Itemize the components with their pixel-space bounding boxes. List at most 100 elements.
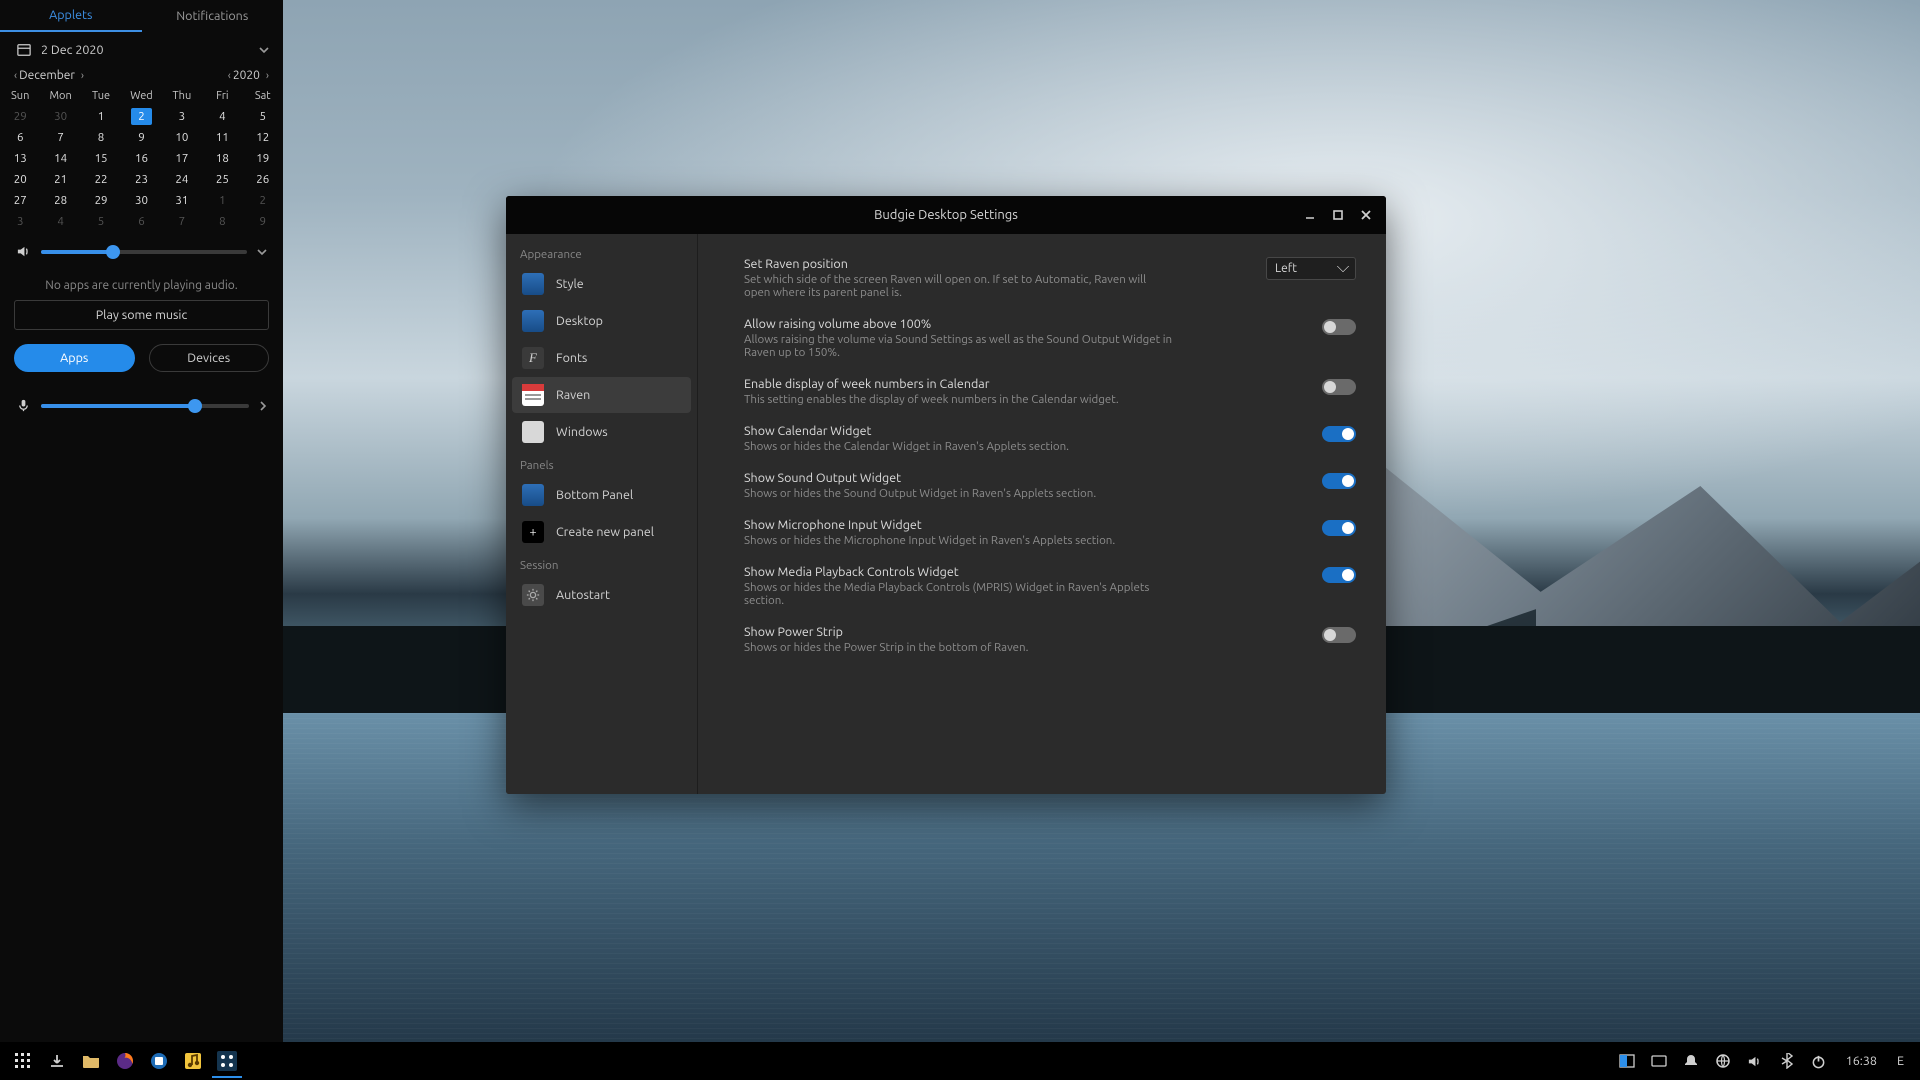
calendar-day[interactable]: 31 (162, 190, 202, 211)
setting-subtitle: Allows raising the volume via Sound Sett… (744, 333, 1174, 359)
volume-indicator[interactable] (1744, 1044, 1766, 1078)
window-maximize-button[interactable] (1326, 203, 1350, 227)
sidebar-item-fonts[interactable]: FFonts (512, 340, 691, 376)
calendar-dow: Sat (243, 86, 283, 106)
setting-combo-position[interactable]: Left (1266, 257, 1356, 280)
notifications-indicator[interactable] (1680, 1044, 1702, 1078)
calendar-day[interactable]: 29 (81, 190, 121, 211)
tab-notifications[interactable]: Notifications (142, 0, 284, 32)
window-close-button[interactable] (1354, 203, 1378, 227)
calendar-day[interactable]: 9 (243, 211, 283, 232)
setting-subtitle: Shows or hides the Power Strip in the bo… (744, 641, 1174, 654)
calendar-day[interactable]: 3 (162, 106, 202, 127)
calendar-day[interactable]: 22 (81, 169, 121, 190)
window-titlebar[interactable]: Budgie Desktop Settings (506, 196, 1386, 234)
calendar-day[interactable]: 11 (202, 127, 242, 148)
sidebar-item-desktop[interactable]: Desktop (512, 303, 691, 339)
calendar-day[interactable]: 30 (40, 106, 80, 127)
sidebar-item-windows[interactable]: Windows (512, 414, 691, 450)
calendar-day[interactable]: 20 (0, 169, 40, 190)
calendar-day[interactable]: 23 (121, 169, 161, 190)
pill-devices[interactable]: Devices (149, 344, 270, 372)
calendar-day[interactable]: 19 (243, 148, 283, 169)
calendar-day[interactable]: 2 (243, 190, 283, 211)
sidebar-item-style[interactable]: Style (512, 266, 691, 302)
taskbar-clock[interactable]: 16:38 (1840, 1054, 1883, 1068)
month-prev-button[interactable]: ‹ (12, 70, 19, 82)
year-prev-button[interactable]: ‹ (226, 70, 233, 82)
calendar-day[interactable]: 27 (0, 190, 40, 211)
setting-toggle-powerstrip[interactable] (1322, 627, 1356, 643)
sidebar-item-label: Create new panel (556, 525, 654, 539)
workspace-indicator[interactable] (1616, 1044, 1638, 1078)
calendar-day[interactable]: 10 (162, 127, 202, 148)
sidebar-item-autostart[interactable]: Autostart (512, 577, 691, 613)
calendar-day[interactable]: 14 (40, 148, 80, 169)
calendar-day[interactable]: 1 (81, 106, 121, 127)
launcher-software[interactable] (142, 1044, 176, 1078)
sidebar-item-bottom-panel[interactable]: Bottom Panel (512, 477, 691, 513)
calendar-day[interactable]: 13 (0, 148, 40, 169)
calendar-day[interactable]: 7 (162, 211, 202, 232)
calendar-icon (16, 42, 31, 57)
tab-applets[interactable]: Applets (0, 0, 142, 32)
calendar-day[interactable]: 9 (121, 127, 161, 148)
mic-slider[interactable] (41, 404, 249, 408)
play-music-button[interactable]: Play some music (14, 300, 269, 330)
calendar-day[interactable]: 17 (162, 148, 202, 169)
calendar-day[interactable]: 25 (202, 169, 242, 190)
launcher-budgie-settings[interactable] (210, 1044, 244, 1078)
pill-apps[interactable]: Apps (14, 344, 135, 372)
calendar-day[interactable]: 8 (202, 211, 242, 232)
calendar-day[interactable]: 6 (121, 211, 161, 232)
year-next-button[interactable]: › (264, 70, 271, 82)
calendar-day[interactable]: 6 (0, 127, 40, 148)
setting-toggle-weeknum[interactable] (1322, 379, 1356, 395)
launcher-rhythmbox[interactable] (176, 1044, 210, 1078)
calendar-day[interactable]: 28 (40, 190, 80, 211)
calendar-day[interactable]: 8 (81, 127, 121, 148)
calendar-day[interactable]: 2 (121, 106, 161, 127)
power-indicator[interactable] (1808, 1044, 1830, 1078)
calendar-day[interactable]: 16 (121, 148, 161, 169)
mic-expand-icon[interactable] (259, 401, 267, 411)
sidebar-item-raven[interactable]: Raven (512, 377, 691, 413)
calendar-day[interactable]: 21 (40, 169, 80, 190)
setting-toggle-sndout[interactable] (1322, 473, 1356, 489)
calendar-day[interactable]: 4 (202, 106, 242, 127)
launcher-downloads[interactable] (40, 1044, 74, 1078)
calendar-day[interactable]: 4 (40, 211, 80, 232)
launcher-apps-menu[interactable] (6, 1044, 40, 1078)
calendar-day[interactable]: 18 (202, 148, 242, 169)
calendar-date-row[interactable]: 2 Dec 2020 (0, 32, 283, 67)
calendar-day[interactable]: 15 (81, 148, 121, 169)
volume-expand-icon[interactable] (257, 247, 267, 257)
sidebar-item-create-panel[interactable]: +Create new panel (512, 514, 691, 550)
window-minimize-button[interactable] (1298, 203, 1322, 227)
calendar-day[interactable]: 5 (243, 106, 283, 127)
bluetooth-indicator[interactable] (1776, 1044, 1798, 1078)
setting-toggle-mpris[interactable] (1322, 567, 1356, 583)
setting-toggle-calwidget[interactable] (1322, 426, 1356, 442)
calendar-day[interactable]: 12 (243, 127, 283, 148)
setting-row-calwidget: Show Calendar WidgetShows or hides the C… (744, 415, 1356, 462)
network-indicator[interactable] (1712, 1044, 1734, 1078)
setting-toggle-volume150[interactable] (1322, 319, 1356, 335)
volume-slider[interactable] (41, 250, 247, 254)
calendar-day[interactable]: 1 (202, 190, 242, 211)
calendar-day[interactable]: 30 (121, 190, 161, 211)
calendar-dow: Sun (0, 86, 40, 106)
launcher-files[interactable] (74, 1044, 108, 1078)
launcher-firefox[interactable] (108, 1044, 142, 1078)
calendar-day[interactable]: 3 (0, 211, 40, 232)
calendar-day[interactable]: 29 (0, 106, 40, 127)
keyboard-layout[interactable] (1648, 1044, 1670, 1078)
calendar-day[interactable]: 5 (81, 211, 121, 232)
setting-toggle-micin[interactable] (1322, 520, 1356, 536)
calendar-day[interactable]: 26 (243, 169, 283, 190)
setting-title: Allow raising volume above 100% (744, 317, 1298, 331)
calendar-day[interactable]: 7 (40, 127, 80, 148)
calendar-day[interactable]: 24 (162, 169, 202, 190)
month-next-button[interactable]: › (79, 70, 86, 82)
taskbar-end-button[interactable]: E (1893, 1054, 1908, 1068)
